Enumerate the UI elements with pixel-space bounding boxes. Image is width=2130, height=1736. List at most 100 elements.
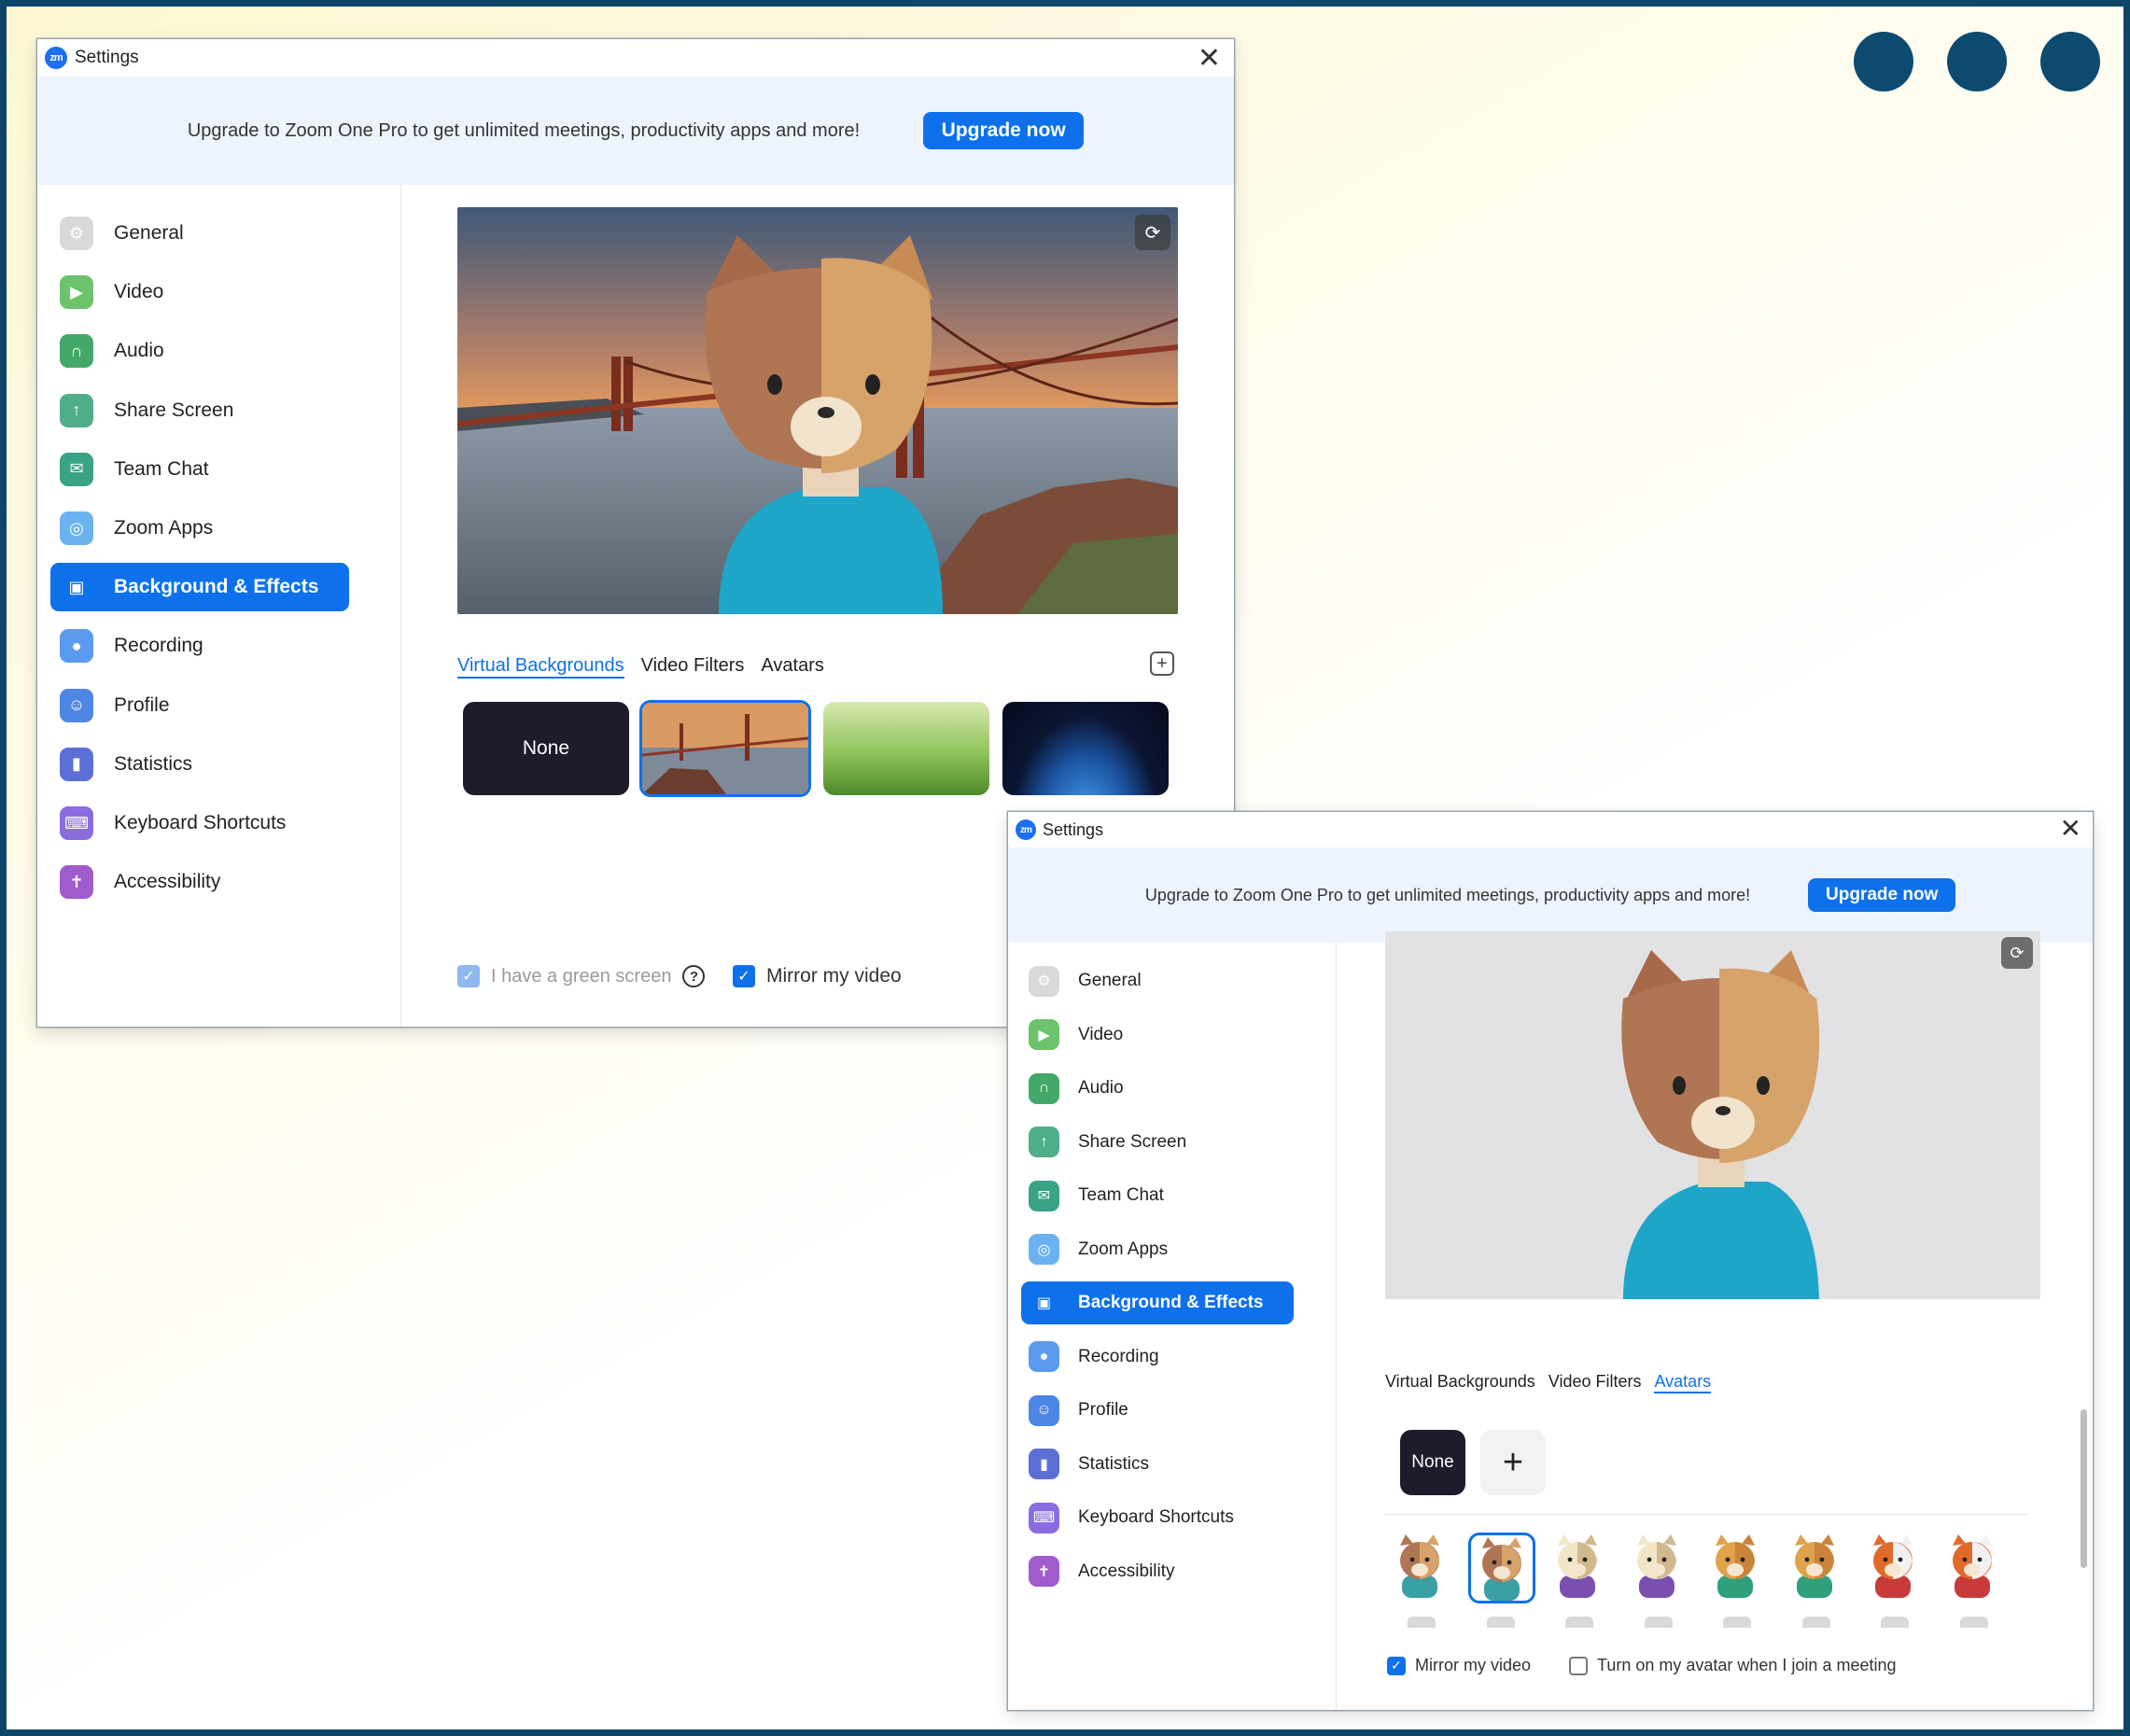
cat-avatar-icon xyxy=(1467,1533,1535,1603)
sidebar-item-keyboard-shortcuts[interactable]: ⌨ Keyboard Shortcuts xyxy=(50,799,349,847)
avatar-shadow xyxy=(1723,1617,1751,1628)
avatar-option-cat[interactable] xyxy=(1467,1533,1535,1631)
sidebar-item-accessibility[interactable]: ✝ Accessibility xyxy=(50,858,349,906)
help-icon[interactable]: ? xyxy=(682,965,706,987)
avatar-option-dog[interactable] xyxy=(1787,1534,1847,1631)
record-icon: ● xyxy=(1029,1341,1059,1372)
sidebar-item-zoom-apps[interactable]: ◎ Zoom Apps xyxy=(1021,1228,1294,1271)
gear-icon: ⚙ xyxy=(60,217,93,250)
avatar-shadow xyxy=(1565,1617,1593,1628)
sidebar-item-share-screen[interactable]: ↑ Share Screen xyxy=(1021,1121,1294,1164)
sidebar-item-label: Video xyxy=(1078,1024,1124,1044)
green-screen-checkbox[interactable]: ✓ xyxy=(457,965,480,987)
sidebar-item-audio[interactable]: ∩ Audio xyxy=(50,327,349,375)
keyboard-icon: ⌨ xyxy=(1029,1502,1059,1533)
banner-message: Upgrade to Zoom One Pro to get unlimited… xyxy=(187,119,861,141)
mirror-video-checkbox[interactable]: ✓ xyxy=(1387,1656,1406,1675)
background-thumb-none[interactable]: None xyxy=(463,702,629,795)
title-bar: zm Settings ✕ xyxy=(37,39,1234,77)
add-avatar-button[interactable]: + xyxy=(1480,1430,1546,1495)
sidebar-item-accessibility[interactable]: ✝ Accessibility xyxy=(1021,1550,1294,1593)
sidebar-item-video[interactable]: ▶ Video xyxy=(50,268,349,316)
statistics-icon: ▮ xyxy=(1029,1449,1059,1479)
avatar-option-cat[interactable] xyxy=(1393,1534,1452,1631)
background-thumb-grass[interactable] xyxy=(823,702,989,795)
sidebar-item-label: General xyxy=(1078,971,1142,990)
avatar-preview-image xyxy=(1621,950,1820,1299)
sidebar-item-background-effects[interactable]: ▣ Background & Effects xyxy=(50,563,349,612)
avatar-shadow xyxy=(1801,1617,1830,1628)
tab-avatars[interactable]: Avatars xyxy=(761,655,823,679)
zoom-logo-icon: zm xyxy=(45,47,67,69)
background-thumb-earth[interactable] xyxy=(1002,702,1169,795)
fox-avatar-icon xyxy=(1941,1533,2009,1603)
add-background-icon[interactable]: + xyxy=(1150,651,1174,676)
tab-virtual-backgrounds[interactable]: Virtual Backgrounds xyxy=(1385,1372,1535,1393)
sidebar-item-video[interactable]: ▶ Video xyxy=(1021,1014,1294,1057)
apps-icon: ◎ xyxy=(1029,1234,1059,1265)
avatar-divider xyxy=(1385,1514,2029,1515)
tab-video-filters[interactable]: Video Filters xyxy=(1548,1372,1642,1393)
sidebar-item-background-effects[interactable]: ▣ Background & Effects xyxy=(1021,1281,1294,1324)
sidebar-item-label: Zoom Apps xyxy=(114,517,214,539)
sidebar-item-label: Team Chat xyxy=(114,457,209,480)
sidebar-item-keyboard-shortcuts[interactable]: ⌨ Keyboard Shortcuts xyxy=(1021,1496,1294,1539)
rotate-preview-icon[interactable]: ⟳ xyxy=(1135,215,1170,250)
background-thumb-golden-gate[interactable] xyxy=(639,700,811,797)
sidebar-item-label: Share Screen xyxy=(1078,1131,1187,1152)
zoom-logo-icon: zm xyxy=(1016,819,1036,840)
upgrade-now-button[interactable]: Upgrade now xyxy=(1808,878,1956,912)
sidebar-item-general[interactable]: ⚙ General xyxy=(1021,959,1294,1002)
avatar-on-join-checkbox[interactable] xyxy=(1569,1656,1588,1675)
settings-sidebar: ⚙ General ▶ Video ∩ Audio ↑ Share Screen ✉ Team C… xyxy=(1008,943,1337,1710)
avatar-option-cow[interactable] xyxy=(1630,1534,1689,1631)
sidebar-item-label: Profile xyxy=(1078,1400,1128,1420)
rotate-preview-icon[interactable]: ⟳ xyxy=(2001,937,2033,969)
mirror-video-checkbox[interactable]: ✓ xyxy=(733,965,755,987)
avatar-option-fox[interactable] xyxy=(1866,1534,1926,1631)
avatar-none-button[interactable]: None xyxy=(1400,1430,1465,1495)
video-icon: ▶ xyxy=(60,275,93,310)
close-icon[interactable]: ✕ xyxy=(1198,45,1221,73)
close-icon[interactable]: ✕ xyxy=(2060,816,2081,842)
upgrade-banner: Upgrade to Zoom One Pro to get unlimited… xyxy=(1008,847,2093,943)
chat-icon: ✉ xyxy=(60,452,93,486)
avatar-option-cow[interactable] xyxy=(1550,1534,1610,1631)
sidebar-item-label: General xyxy=(114,222,184,244)
cow-avatar-icon xyxy=(1547,1533,1614,1603)
sidebar-item-zoom-apps[interactable]: ◎ Zoom Apps xyxy=(50,504,349,553)
sidebar-item-statistics[interactable]: ▮ Statistics xyxy=(50,740,349,789)
green-screen-option[interactable]: ✓ I have a green screen ? xyxy=(457,965,706,987)
sidebar-item-team-chat[interactable]: ✉ Team Chat xyxy=(50,445,349,494)
sidebar-item-recording[interactable]: ● Recording xyxy=(50,622,349,670)
tab-virtual-backgrounds[interactable]: Virtual Backgrounds xyxy=(457,655,624,679)
upgrade-now-button[interactable]: Upgrade now xyxy=(923,112,1085,149)
video-icon: ▶ xyxy=(1029,1019,1059,1050)
apps-icon: ◎ xyxy=(60,511,93,545)
sidebar-item-label: Background & Effects xyxy=(114,576,319,598)
sidebar-item-general[interactable]: ⚙ General xyxy=(50,209,349,258)
sidebar-item-team-chat[interactable]: ✉ Team Chat xyxy=(1021,1174,1294,1217)
sidebar-item-profile[interactable]: ☺ Profile xyxy=(50,681,349,730)
sidebar-item-profile[interactable]: ☺ Profile xyxy=(1021,1389,1294,1432)
avatar-option-fox[interactable] xyxy=(1945,1534,2005,1631)
statistics-icon: ▮ xyxy=(60,747,93,781)
mirror-video-option[interactable]: ✓ Mirror my video xyxy=(733,965,902,987)
tab-avatars[interactable]: Avatars xyxy=(1654,1372,1712,1393)
tab-video-filters[interactable]: Video Filters xyxy=(641,655,745,679)
plus-icon: + xyxy=(1502,1442,1524,1482)
avatar-option-dog[interactable] xyxy=(1708,1534,1768,1631)
sidebar-item-recording[interactable]: ● Recording xyxy=(1021,1336,1294,1379)
mirror-video-option[interactable]: ✓ Mirror my video xyxy=(1387,1656,1531,1675)
effects-tabs: Virtual Backgrounds Video Filters Avatar… xyxy=(1385,1372,1712,1393)
scrollbar-thumb[interactable] xyxy=(2081,1409,2087,1568)
sidebar-item-statistics[interactable]: ▮ Statistics xyxy=(1021,1443,1294,1486)
headphones-icon: ∩ xyxy=(60,334,93,369)
golden-gate-preview-image xyxy=(457,207,1178,614)
settings-sidebar: ⚙ General ▶ Video ∩ Audio ↑ Share Screen ✉ Team C… xyxy=(37,185,401,1027)
sidebar-item-share-screen[interactable]: ↑ Share Screen xyxy=(50,386,349,435)
sidebar-item-audio[interactable]: ∩ Audio xyxy=(1021,1067,1294,1110)
title-bar: zm Settings ✕ xyxy=(1008,812,2093,847)
avatar-on-join-option[interactable]: Turn on my avatar when I join a meeting xyxy=(1569,1656,1897,1675)
sidebar-item-label: Statistics xyxy=(114,752,193,775)
